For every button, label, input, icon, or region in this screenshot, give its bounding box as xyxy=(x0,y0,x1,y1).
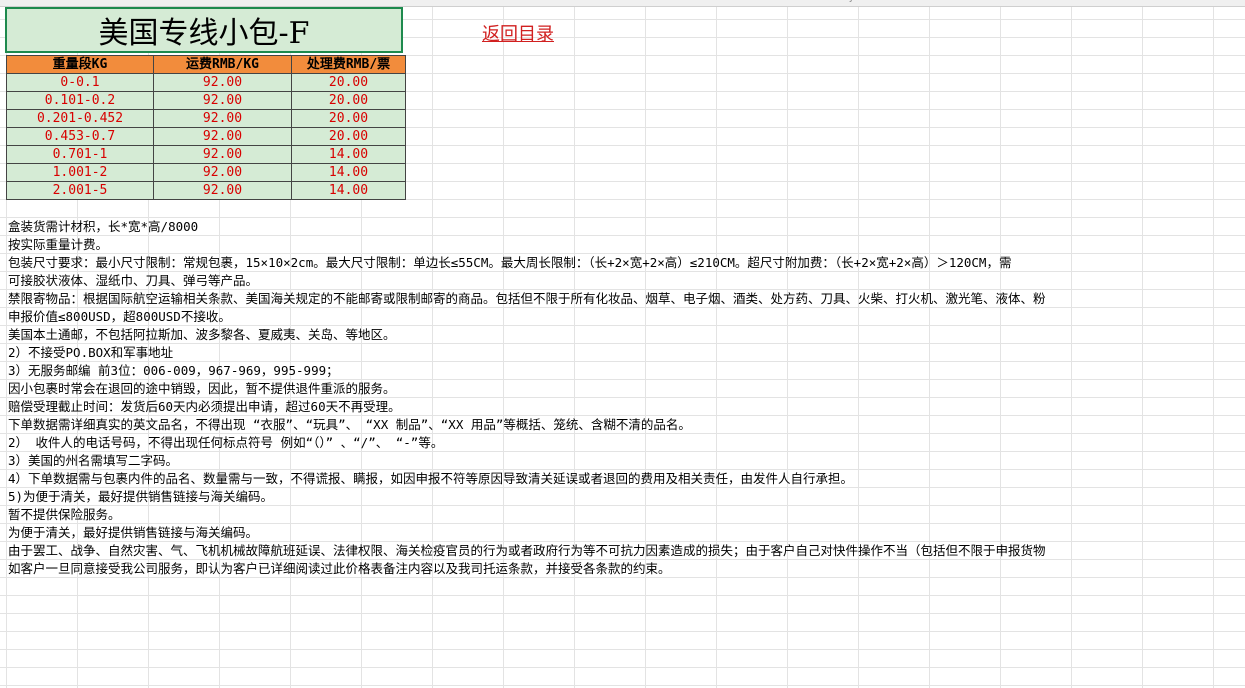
note-line[interactable]: 禁限寄物品：根据国际航空运输相关条款、美国海关规定的不能邮寄或限制邮寄的商品。包… xyxy=(8,290,1245,308)
note-line[interactable]: 暂不提供保险服务。 xyxy=(8,506,1245,524)
weight-range-cell[interactable]: 0.701-1 xyxy=(6,145,154,164)
header-weight-range[interactable]: 重量段KG xyxy=(6,55,154,74)
note-line[interactable]: 2）不接受PO.BOX和军事地址 xyxy=(8,344,1245,362)
column-letter[interactable]: C xyxy=(220,0,226,3)
rate-table-row: 0.201-0.452 92.00 20.00 xyxy=(6,109,406,128)
note-line[interactable]: 赔偿受理截止时间：发货后60天内必须提出申请，超过60天不再受理。 xyxy=(8,398,1245,416)
column-letter[interactable]: E xyxy=(400,0,406,3)
notes-block: 盒装货需计材积，长*宽*高/8000 按实际重量计费。 包装尺寸要求：最小尺寸限制：… xyxy=(8,218,1245,578)
header-freight-rate[interactable]: 运费RMB/KG xyxy=(153,55,292,74)
weight-range-cell[interactable]: 0.453-0.7 xyxy=(6,127,154,146)
rate-table-header-row: 重量段KG 运费RMB/KG 处理费RMB/票 xyxy=(6,55,406,74)
note-line[interactable]: 3）无服务邮编 前3位：006-009，967-969，995-999； xyxy=(8,362,1245,380)
rate-table-row: 0-0.1 92.00 20.00 xyxy=(6,73,406,92)
weight-range-cell[interactable]: 0.101-0.2 xyxy=(6,91,154,110)
handling-fee-cell[interactable]: 20.00 xyxy=(291,127,406,146)
column-letter[interactable]: I xyxy=(760,0,763,3)
rate-table-row: 2.001-5 92.00 14.00 xyxy=(6,181,406,200)
freight-rate-cell[interactable]: 92.00 xyxy=(153,91,292,110)
column-letter[interactable]: K xyxy=(940,0,946,3)
note-line[interactable]: 申报价值≤800USD，超800USD不接收。 xyxy=(8,308,1245,326)
freight-rate-cell[interactable]: 92.00 xyxy=(153,163,292,182)
handling-fee-cell[interactable]: 20.00 xyxy=(291,91,406,110)
note-line[interactable]: 包装尺寸要求：最小尺寸限制：常规包裹，15×10×2cm。最大尺寸限制：单边长≤… xyxy=(8,254,1245,272)
column-letter[interactable]: N xyxy=(1210,0,1217,3)
note-line[interactable]: 按实际重量计费。 xyxy=(8,236,1245,254)
column-letter[interactable]: J xyxy=(850,0,853,3)
column-letter[interactable]: F xyxy=(490,0,495,3)
note-line[interactable]: 由于罢工、战争、自然灾害、气、飞机机械故障航班延误、法律权限、海关检疫官员的行为… xyxy=(8,542,1245,560)
freight-rate-cell[interactable]: 92.00 xyxy=(153,145,292,164)
rate-table-row: 1.001-2 92.00 14.00 xyxy=(6,163,406,182)
handling-fee-cell[interactable]: 14.00 xyxy=(291,145,406,164)
column-letter[interactable]: H xyxy=(670,0,677,3)
sheet-title[interactable]: 美国专线小包-F xyxy=(5,7,403,53)
rate-table-row: 0.701-1 92.00 14.00 xyxy=(6,145,406,164)
note-line[interactable]: 美国本土通邮，不包括阿拉斯加、波多黎各、夏威夷、关岛、等地区。 xyxy=(8,326,1245,344)
note-line[interactable]: 5)为便于清关，最好提供销售链接与海关编码。 xyxy=(8,488,1245,506)
note-line[interactable]: 盒装货需计材积，长*宽*高/8000 xyxy=(8,218,1245,236)
column-letter[interactable]: D xyxy=(310,0,317,3)
note-line[interactable]: 可接胶状液体、湿纸巾、刀具、弹弓等产品。 xyxy=(8,272,1245,290)
handling-fee-cell[interactable]: 20.00 xyxy=(291,73,406,92)
back-to-index-link[interactable]: 返回目录 xyxy=(482,20,554,46)
note-line[interactable]: 3）美国的州名需填写二字码。 xyxy=(8,452,1245,470)
weight-range-cell[interactable]: 2.001-5 xyxy=(6,181,154,200)
note-line[interactable]: 2） 收件人的电话号码，不得出现任何标点符号 例如“（）” 、“/”、 “-”等… xyxy=(8,434,1245,452)
rate-table-row: 0.453-0.7 92.00 20.00 xyxy=(6,127,406,146)
handling-fee-cell[interactable]: 20.00 xyxy=(291,109,406,128)
note-line[interactable]: 为便于清关，最好提供销售链接与海关编码。 xyxy=(8,524,1245,542)
note-line[interactable]: 下单数据需详细真实的英文品名，不得出现 “衣服”、“玩具”、 “XX 制品”、“… xyxy=(8,416,1245,434)
weight-range-cell[interactable]: 1.001-2 xyxy=(6,163,154,182)
weight-range-cell[interactable]: 0.201-0.452 xyxy=(6,109,154,128)
freight-rate-cell[interactable]: 92.00 xyxy=(153,109,292,128)
column-letter[interactable]: M xyxy=(1120,0,1128,3)
freight-rate-cell[interactable]: 92.00 xyxy=(153,181,292,200)
column-header-bar: A B C D E F G H I J K L M N xyxy=(0,0,1245,7)
note-line[interactable]: 4）下单数据需与包裹内件的品名、数量需与一致，不得谎报、瞒报，如因申报不符等原因… xyxy=(8,470,1245,488)
weight-range-cell[interactable]: 0-0.1 xyxy=(6,73,154,92)
column-letter[interactable]: L xyxy=(1030,0,1035,3)
freight-rate-cell[interactable]: 92.00 xyxy=(153,127,292,146)
handling-fee-cell[interactable]: 14.00 xyxy=(291,181,406,200)
handling-fee-cell[interactable]: 14.00 xyxy=(291,163,406,182)
column-letter[interactable]: B xyxy=(130,0,136,3)
column-letter[interactable]: G xyxy=(580,0,587,3)
note-line[interactable]: 如客户一旦同意接受我公司服务，即认为客户已详细阅读过此价格表备注内容以及我司托运… xyxy=(8,560,1245,578)
rate-table-row: 0.101-0.2 92.00 20.00 xyxy=(6,91,406,110)
header-handling-fee[interactable]: 处理费RMB/票 xyxy=(291,55,406,74)
freight-rate-cell[interactable]: 92.00 xyxy=(153,73,292,92)
column-letter[interactable]: A xyxy=(40,0,46,3)
note-line[interactable]: 因小包裹时常会在退回的途中销毁，因此，暂不提供退件重派的服务。 xyxy=(8,380,1245,398)
rate-table: 重量段KG 运费RMB/KG 处理费RMB/票 0-0.1 92.00 20.00 0… xyxy=(6,55,406,200)
